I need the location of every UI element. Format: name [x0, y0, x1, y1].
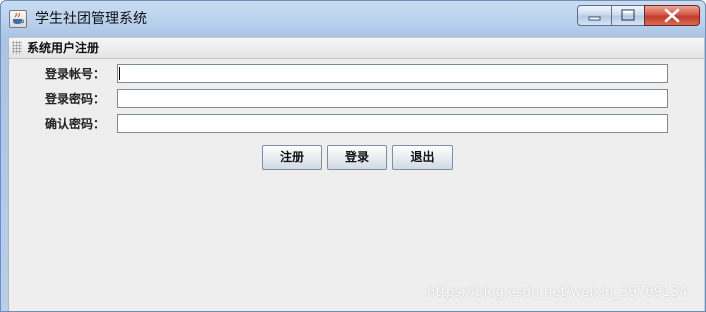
window-title: 学生社团管理系统 — [35, 11, 147, 27]
username-label: 登录帐号： — [45, 67, 106, 81]
drag-grip-icon[interactable] — [12, 41, 22, 54]
exit-button[interactable]: 退出 — [392, 145, 453, 170]
minimize-button[interactable] — [577, 5, 612, 26]
login-button[interactable]: 登录 — [327, 145, 387, 170]
app-window: 学生社团管理系统 系统用户注册 登录帐号： 登录密码： 确认密码： 注册 登录 … — [0, 0, 706, 312]
username-field[interactable] — [117, 64, 668, 83]
password-field[interactable] — [117, 89, 668, 108]
maximize-button[interactable] — [611, 5, 645, 26]
java-coffee-icon[interactable] — [9, 10, 27, 28]
confirm-password-field[interactable] — [117, 114, 668, 133]
confirm-password-label: 确认密码： — [45, 117, 106, 131]
close-button[interactable] — [644, 5, 700, 26]
panel-header[interactable]: 系统用户注册 — [9, 38, 704, 59]
content-area: 系统用户注册 登录帐号： 登录密码： 确认密码： 注册 登录 退出 — [8, 37, 704, 311]
text-caret — [119, 67, 120, 80]
password-label: 登录密码： — [45, 92, 106, 106]
register-button[interactable]: 注册 — [262, 145, 322, 170]
title-bar[interactable]: 学生社团管理系统 — [1, 1, 705, 35]
watermark: https://blog.csdn.net/weixin_39709134 — [427, 285, 688, 300]
panel-title: 系统用户注册 — [27, 41, 100, 55]
